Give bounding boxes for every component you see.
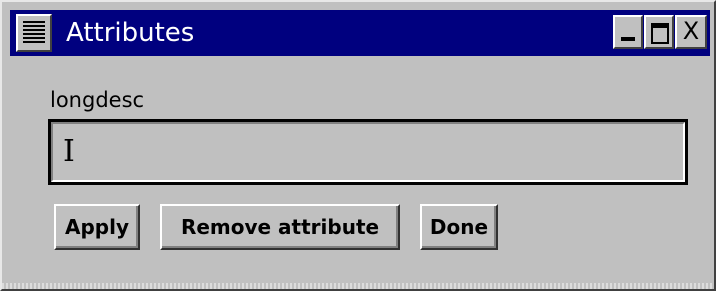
bottom-edge: [2, 283, 714, 289]
title-bar[interactable]: Attributes X: [10, 10, 710, 56]
input-inner: I: [51, 122, 685, 182]
close-button[interactable]: X: [675, 15, 707, 49]
longdesc-input[interactable]: I: [48, 119, 688, 185]
menu-lines: [23, 21, 45, 45]
done-button[interactable]: Done: [420, 204, 498, 250]
apply-button[interactable]: Apply: [54, 204, 140, 250]
maximize-button[interactable]: [644, 15, 674, 49]
attributes-window: Attributes X longdesc I Apply Remove att…: [0, 0, 716, 291]
text-cursor-icon: I: [63, 134, 75, 169]
minimize-icon: [621, 37, 635, 41]
maximize-icon: [651, 23, 669, 44]
window-menu-icon[interactable]: [16, 14, 52, 52]
remove-attribute-button[interactable]: Remove attribute: [160, 204, 400, 250]
field-label: longdesc: [50, 88, 145, 112]
window-title: Attributes: [66, 18, 195, 48]
minimize-button[interactable]: [613, 15, 643, 49]
close-icon: X: [682, 17, 700, 45]
